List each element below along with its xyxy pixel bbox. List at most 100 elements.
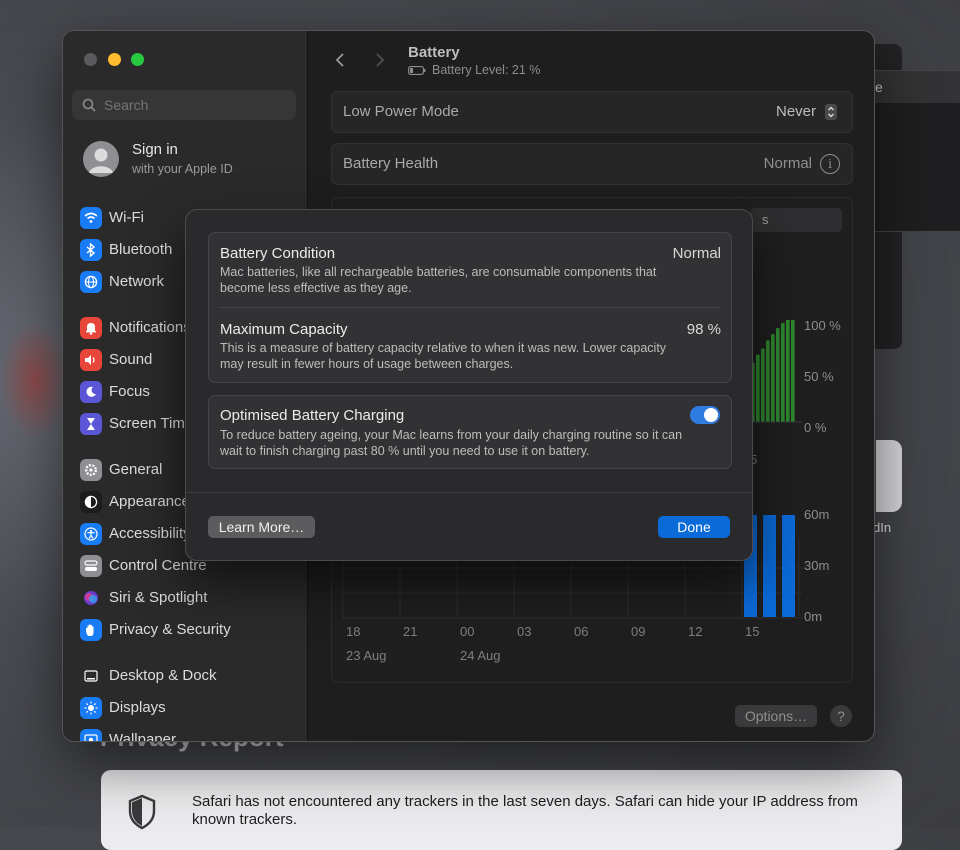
sidebar-item-label: Accessibility — [109, 525, 191, 542]
appearance-icon — [80, 491, 102, 513]
search-icon — [82, 98, 96, 112]
bell-icon — [80, 317, 102, 339]
bluetooth-icon — [80, 239, 102, 261]
sidebar-item-label: Bluetooth — [109, 241, 173, 258]
battery-icon — [408, 65, 426, 75]
sidebar-item-label: Network — [109, 273, 165, 290]
low-power-mode-row[interactable]: Low Power Mode Never — [331, 91, 853, 133]
sidebar-item-label: Appearance — [109, 493, 190, 510]
battery-health-value: Normal — [763, 155, 812, 172]
sidebar-item-label: Wallpaper — [109, 731, 176, 742]
siri-icon — [80, 587, 102, 609]
optimised-charging-description: To reduce battery ageing, your Mac learn… — [220, 428, 683, 458]
learn-more-button[interactable]: Learn More… — [208, 516, 315, 538]
battery-level-text: Battery Level: 21 % — [432, 63, 541, 77]
help-button[interactable]: ? — [830, 705, 852, 727]
wallpaper-icon — [80, 729, 102, 741]
sidebar-item-label: Sound — [109, 351, 153, 368]
battery-condition-value: Normal — [672, 245, 721, 262]
privacy-report-card: Safari has not encountered any trackers … — [101, 770, 902, 850]
hand-icon — [80, 619, 102, 641]
wifi-icon — [80, 207, 102, 229]
background-menu-header: e — [875, 71, 960, 103]
close-window-button[interactable] — [84, 53, 97, 66]
page-subtitle: Battery Level: 21 % — [408, 63, 540, 77]
battery-level-bar — [766, 340, 770, 422]
maximum-capacity-value: 98 % — [686, 321, 721, 338]
background-blur — [0, 320, 70, 440]
min-tick-label: 0m — [804, 609, 823, 624]
battery-info-group: Battery Condition Normal Mac batteries, … — [208, 232, 732, 383]
sidebar-item-label: Desktop & Dock — [109, 667, 217, 684]
zoom-window-button[interactable] — [131, 53, 144, 66]
control-centre-icon — [80, 555, 102, 577]
search-input[interactable] — [102, 96, 286, 114]
moon-icon — [80, 381, 102, 403]
back-icon[interactable] — [331, 51, 349, 69]
gear-icon — [80, 459, 102, 481]
sidebar-item-label: Siri & Spotlight — [109, 589, 208, 606]
x-tick-label: 09 — [631, 624, 646, 639]
min-tick-label: 30m — [804, 558, 830, 573]
options-button[interactable]: Options… — [735, 705, 817, 727]
pct-tick-label: 50 % — [804, 369, 834, 384]
page-title: Battery — [408, 44, 460, 61]
background-card — [876, 440, 902, 512]
sidebar-item-label: Displays — [109, 699, 166, 716]
done-button[interactable]: Done — [658, 516, 730, 538]
x-tick-label: 12 — [688, 624, 703, 639]
battery-health-label: Battery Health — [343, 155, 439, 172]
optimised-charging-toggle[interactable] — [690, 406, 720, 424]
info-icon[interactable]: i — [820, 154, 840, 174]
x-tick-label: 06 — [574, 624, 589, 639]
forward-icon[interactable] — [371, 51, 389, 69]
x-tick-label: 18 — [346, 624, 361, 639]
battery-level-bar — [756, 354, 760, 422]
sidebar-item-label: General — [109, 461, 163, 478]
sidebar-item[interactable]: Desktop & Dock — [80, 663, 307, 689]
x-tick-label: 15 — [745, 624, 760, 639]
maximum-capacity-title: Maximum Capacity — [220, 321, 348, 338]
pct-tick-label: 100 % — [804, 318, 841, 333]
sidebar-item-label: Notifications — [109, 319, 191, 336]
chevron-updown-icon[interactable] — [825, 104, 837, 120]
search-field[interactable] — [72, 90, 296, 120]
sidebar-item[interactable]: Privacy & Security — [80, 617, 307, 643]
min-tick-label: 60m — [804, 507, 830, 522]
low-power-mode-value[interactable]: Never — [776, 103, 816, 120]
background-card-label: dIn — [873, 520, 892, 535]
chart-range-tab[interactable]: s — [750, 208, 842, 232]
sidebar-item[interactable]: Displays — [80, 695, 307, 721]
date-label: 24 Aug — [460, 648, 501, 663]
accessibility-icon — [80, 523, 102, 545]
battery-health-sheet: Battery Condition Normal Mac batteries, … — [185, 209, 753, 561]
screen-usage-bar — [763, 515, 776, 617]
chart-range-tab-label: s — [762, 212, 769, 227]
battery-level-bar — [776, 328, 780, 422]
sidebar-item-label: Wi-Fi — [109, 209, 144, 226]
optimised-charging-group: Optimised Battery Charging To reduce bat… — [208, 395, 732, 469]
sidebar-item[interactable]: Wallpaper — [80, 727, 307, 742]
maximum-capacity-description: This is a measure of battery capacity re… — [220, 341, 667, 371]
pct-tick-label: 0 % — [804, 420, 827, 435]
battery-level-bar — [771, 334, 775, 422]
date-label: 23 Aug — [346, 648, 387, 663]
minimize-window-button[interactable] — [108, 53, 121, 66]
battery-condition-description: Mac batteries, like all rechargeable bat… — [220, 265, 657, 295]
x-tick-label: 03 — [517, 624, 532, 639]
battery-level-bar — [791, 320, 795, 422]
low-power-mode-label: Low Power Mode — [343, 103, 459, 120]
background-menu-text: e — [875, 79, 883, 95]
shield-icon — [128, 794, 156, 830]
battery-level-bar — [761, 348, 765, 422]
sidebar-item-label: Screen Time — [109, 415, 194, 432]
sun-icon — [80, 697, 102, 719]
sidebar-item[interactable]: Siri & Spotlight — [80, 585, 307, 611]
optimised-charging-title: Optimised Battery Charging — [220, 407, 405, 424]
battery-level-bar — [786, 320, 790, 422]
divider — [186, 492, 752, 493]
background-menu: e — [874, 70, 960, 232]
dock-icon — [80, 665, 102, 687]
sidebar-item-label: Focus — [109, 383, 150, 400]
sidebar-item-label: Privacy & Security — [109, 621, 231, 638]
